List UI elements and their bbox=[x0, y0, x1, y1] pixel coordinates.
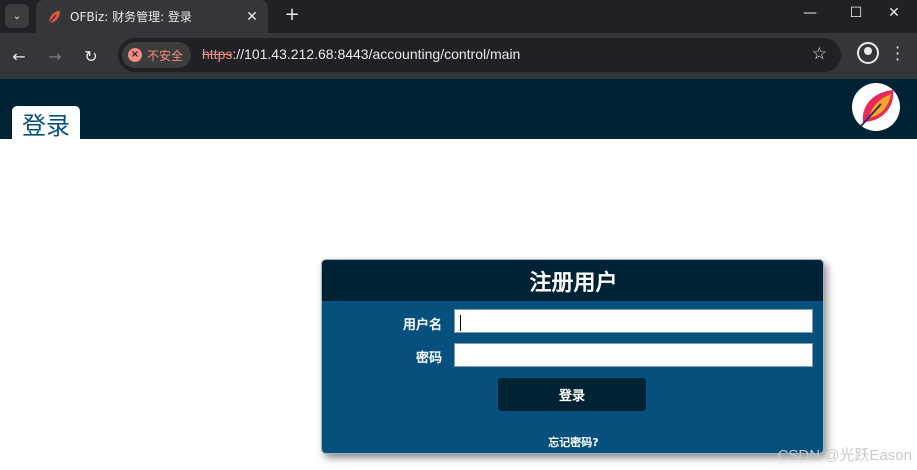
forgot-password-link[interactable]: 忘记密码? bbox=[322, 434, 823, 450]
watermark: CSDN @光跃Eason bbox=[777, 447, 912, 464]
browser-toolbar: ← → ↻ × 不安全 https://101.43.212.68:8443/a… bbox=[0, 33, 917, 79]
menu-icon[interactable]: · · · bbox=[895, 40, 901, 68]
insecure-icon: × bbox=[128, 48, 142, 62]
reload-icon[interactable]: ↻ bbox=[77, 42, 105, 70]
header-tab-login[interactable]: 登录 bbox=[12, 106, 80, 139]
password-input[interactable] bbox=[454, 343, 813, 367]
login-form: 注册用户 用户名 密码 登录 忘记密码? bbox=[321, 259, 824, 454]
browser-tabstrip: ⌄ OFBiz: 财务管理: 登录 ✕ + — ☐ ✕ bbox=[0, 0, 917, 33]
app-header: 登录 bbox=[0, 79, 917, 139]
login-title-bar: 注册用户 bbox=[322, 260, 823, 301]
security-chip[interactable]: × 不安全 bbox=[122, 42, 192, 68]
tab-title: OFBiz: 财务管理: 登录 bbox=[70, 10, 192, 24]
ofbiz-favicon bbox=[48, 10, 60, 23]
profile-icon[interactable] bbox=[857, 42, 879, 64]
security-chip-label: 不安全 bbox=[147, 48, 184, 63]
url-path: ://101.43.212.68:8443/accounting/control… bbox=[232, 46, 521, 62]
ofbiz-logo-icon bbox=[852, 83, 900, 131]
tab-list-icon[interactable]: ⌄ bbox=[5, 4, 29, 28]
address-bar[interactable]: × 不安全 https://101.43.212.68:8443/account… bbox=[118, 38, 841, 72]
password-label: 密码 bbox=[415, 351, 442, 366]
url-text[interactable]: https://101.43.212.68:8443/accounting/co… bbox=[202, 46, 520, 62]
browser-tab[interactable]: OFBiz: 财务管理: 登录 ✕ bbox=[36, 0, 268, 33]
login-title: 注册用户 bbox=[529, 270, 618, 296]
login-button[interactable]: 登录 bbox=[498, 378, 646, 411]
plus-icon[interactable]: + bbox=[280, 4, 304, 28]
star-icon[interactable]: ☆ bbox=[812, 44, 827, 64]
back-icon[interactable]: ← bbox=[5, 42, 33, 70]
text-caret bbox=[460, 315, 461, 331]
minimize-icon[interactable]: — bbox=[787, 0, 833, 26]
forward-icon[interactable]: → bbox=[41, 42, 69, 70]
close-icon[interactable]: ✕ bbox=[244, 9, 260, 25]
url-scheme: https bbox=[202, 46, 233, 62]
username-input[interactable] bbox=[454, 309, 813, 333]
username-label: 用户名 bbox=[402, 318, 442, 333]
window-close-icon[interactable]: ✕ bbox=[871, 0, 917, 26]
